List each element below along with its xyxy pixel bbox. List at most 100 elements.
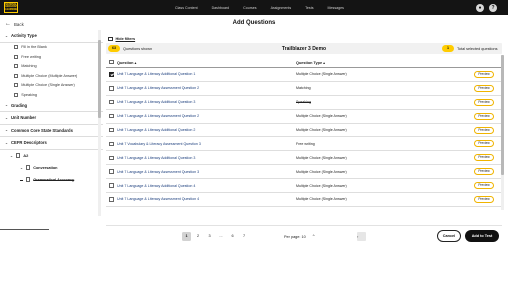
page-button[interactable]: 6 [228, 232, 237, 241]
preview-button[interactable]: Preview [474, 140, 494, 148]
chevron-down-icon: ⌄ [10, 153, 14, 158]
page-title: Add Questions [232, 20, 276, 26]
row-checkbox[interactable] [109, 86, 114, 91]
activity-type-options: Fill in the Blank Free writing Matching Mul… [0, 43, 103, 100]
option-checkbox[interactable] [14, 92, 19, 97]
question-link[interactable]: Unit 7 Vocabulary & Literacy Assessment … [117, 142, 296, 146]
national-geographic-logo[interactable]: NATIONAL GEOGRAPHIC LEARNING [4, 2, 18, 13]
option-checkbox[interactable] [14, 45, 19, 50]
filter-section-cefr-descriptors[interactable]: ⌄ CEFR Descriptors [0, 137, 103, 150]
question-link[interactable]: Unit 7 Language & Literacy Additional Qu… [117, 184, 296, 188]
column-header-question[interactable]: Question ▴ [117, 60, 296, 65]
activity-type-option[interactable]: Multiple Choice (Multiple Answer) [0, 71, 103, 81]
hide-filters-label: Hide filters [115, 37, 136, 41]
filter-section-unit-number[interactable]: ⌄ Unit Number [0, 112, 103, 125]
option-label: Speaking [21, 92, 38, 97]
page-button[interactable]: 1 [182, 232, 191, 241]
nav-item-assignments[interactable]: Assignments [271, 6, 292, 10]
row-actions: Preview [466, 126, 502, 134]
pagination: ‹123...67› [182, 232, 366, 241]
question-type: Multiple Choice (Single Answer) [296, 128, 347, 132]
preview-button[interactable]: Preview [474, 182, 494, 190]
row-checkbox[interactable] [109, 99, 114, 105]
table-scrollbar[interactable] [501, 55, 504, 210]
nav-item-courses[interactable]: Courses [243, 6, 256, 10]
table-body: Unit 7 Language & Literacy Additional Qu… [106, 68, 502, 207]
question-link[interactable]: Unit 7 Language & Literacy Assessment Qu… [117, 114, 296, 118]
nav-item-tests[interactable]: Tests [305, 6, 313, 10]
activity-type-option[interactable]: Matching [0, 62, 103, 72]
option-checkbox[interactable] [14, 73, 19, 78]
user-account-icon[interactable]: ● [476, 3, 484, 12]
preview-button[interactable]: Preview [474, 70, 494, 78]
nav-item-dashboard[interactable]: Dashboard [212, 6, 230, 10]
preview-button[interactable]: Preview [474, 154, 494, 162]
page-button[interactable]: 7 [240, 232, 249, 241]
option-checkbox[interactable] [14, 83, 19, 88]
select-all-cell [106, 59, 117, 65]
question-link[interactable]: Unit 7 Language & Literacy Assessment Qu… [117, 86, 296, 90]
nav-item-messages[interactable]: Messages [328, 6, 344, 10]
sidebar-scrollbar[interactable] [98, 30, 101, 216]
cefr-grammatical-accuracy[interactable]: ⌄ Grammatical Accuracy [0, 174, 103, 186]
row-checkbox-cell [106, 183, 117, 188]
hide-filters-button[interactable]: Hide filters [108, 37, 135, 41]
preview-button[interactable]: Preview [474, 112, 494, 120]
grammatical-accuracy-checkbox[interactable] [26, 177, 31, 182]
row-checkbox[interactable] [109, 197, 114, 202]
add-to-test-button[interactable]: Add to Test [465, 230, 499, 242]
question-link[interactable]: Unit 7 Language & Literacy Additional Qu… [117, 156, 296, 160]
option-checkbox[interactable] [14, 54, 19, 59]
activity-type-option[interactable]: Fill in the Blank [0, 43, 103, 53]
cancel-button[interactable]: Cancel [437, 230, 461, 242]
question-link[interactable]: Unit 7 Language & Literacy Additional Qu… [117, 72, 296, 76]
cefr-a2-checkbox[interactable] [16, 153, 21, 158]
activity-type-option[interactable]: Free writing [0, 52, 103, 62]
nav-item-class-content[interactable]: Class Content [175, 6, 198, 10]
table-row: Unit 7 Language & Literacy Additional Qu… [106, 151, 502, 166]
cefr-sub-label: Conversation [33, 165, 58, 170]
filter-sections: ⌄ Grading ⌄ Unit Number ⌄ Common Core State S… [0, 100, 103, 150]
help-icon[interactable]: ? [489, 3, 497, 12]
row-checkbox[interactable] [109, 183, 114, 188]
preview-button[interactable]: Preview [474, 84, 494, 92]
page-button[interactable]: 2 [194, 232, 203, 241]
per-page-select[interactable]: Per page: 10 ⌃ [284, 232, 316, 241]
question-link[interactable]: Unit 7 Language & Literacy Additional Qu… [117, 128, 296, 132]
section-label: Grading [11, 102, 28, 108]
activity-type-option[interactable]: Speaking [0, 90, 103, 100]
row-actions: Preview [466, 98, 502, 106]
row-checkbox-cell [106, 113, 117, 119]
questions-panel: Hide filters 63 Questions shown Trailbla… [106, 37, 502, 217]
sidebar-scroll-thumb[interactable] [98, 40, 101, 118]
conversation-checkbox[interactable] [26, 165, 31, 170]
row-checkbox[interactable] [109, 127, 114, 133]
select-all-checkbox[interactable] [109, 59, 114, 65]
filter-section-activity-type[interactable]: ⌄ Activity Type [0, 30, 103, 43]
preview-button[interactable]: Preview [474, 195, 494, 203]
question-link[interactable]: Unit 7 Language & Literacy Additional Qu… [117, 100, 296, 104]
table-row: Unit 7 Language & Literacy Assessment Qu… [106, 82, 502, 96]
cefr-level-a2[interactable]: ⌄ A2 [0, 150, 103, 162]
row-checkbox[interactable] [109, 72, 114, 77]
cefr-conversation[interactable]: ⌄ Conversation [0, 162, 103, 174]
page-button[interactable]: 3 [205, 232, 214, 241]
question-link[interactable]: Unit 7 Language & Literacy Assessment Qu… [117, 197, 296, 201]
row-checkbox[interactable] [109, 113, 114, 119]
pagination-ellipsis: ... [219, 234, 223, 238]
column-header-type[interactable]: Question Type ▴ [296, 60, 466, 65]
filter-section-grading[interactable]: ⌄ Grading [0, 100, 103, 112]
row-checkbox[interactable] [109, 169, 114, 174]
next-page-button[interactable]: › [357, 232, 366, 241]
preview-button[interactable]: Preview [474, 168, 494, 176]
activity-type-option[interactable]: Multiple Choice (Single Answer) [0, 81, 103, 91]
preview-button[interactable]: Preview [474, 126, 494, 134]
question-link[interactable]: Unit 7 Language & Literacy Assessment Qu… [117, 170, 296, 174]
preview-button[interactable]: Preview [474, 98, 494, 106]
option-checkbox[interactable] [14, 64, 19, 69]
filter-section-common-core-state-standards[interactable]: ⌄ Common Core State Standards [0, 125, 103, 137]
row-checkbox[interactable] [109, 155, 114, 161]
table-scroll-thumb[interactable] [501, 55, 504, 175]
question-type: Free writing [296, 141, 315, 146]
row-checkbox[interactable] [109, 141, 114, 147]
